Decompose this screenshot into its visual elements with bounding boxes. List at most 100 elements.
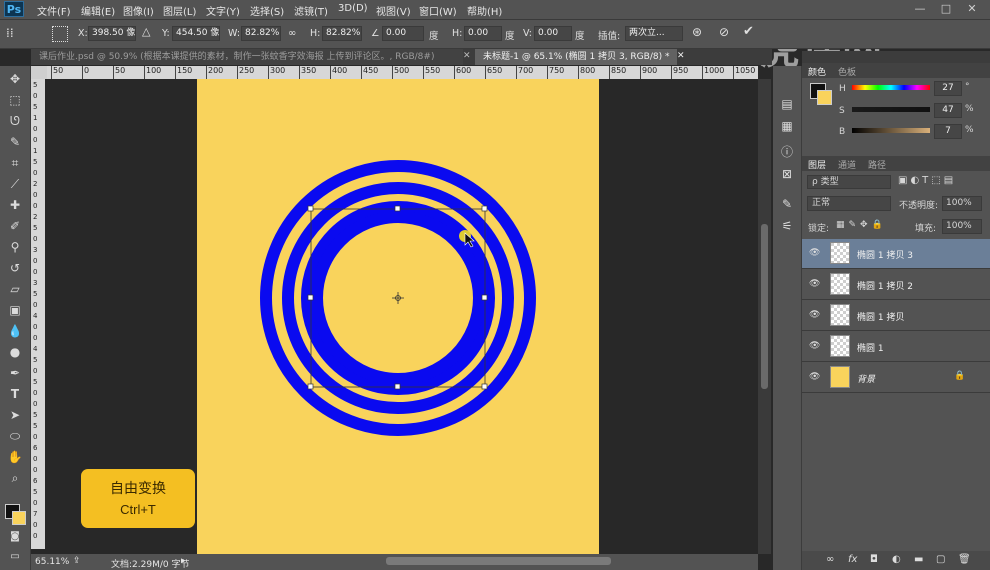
brush-tool-icon[interactable]: ✐ [6,218,24,235]
tab-untitled-1[interactable]: 未标题-1 @ 65.1% (椭圆 1 拷贝 3, RGB/8) * [475,49,677,65]
visibility-eye-icon[interactable]: 👁 [809,248,821,258]
delete-layer-icon[interactable]: 🗑 [958,554,971,565]
layer-row-ellipse-copy-3[interactable]: 👁 椭圆 1 拷贝 3 [802,239,990,269]
layer-name[interactable]: 椭圆 1 拷贝 3 [857,248,913,261]
v-skew-field[interactable]: 0.00 [534,26,572,41]
properties-panel-icon[interactable]: ▦ [778,118,796,135]
close-tab-icon[interactable]: ✕ [463,51,471,61]
restore-button[interactable]: □ [936,2,956,16]
info-panel-icon[interactable]: ⓘ [778,144,796,161]
crop-tool-icon[interactable]: ⌗ [6,155,24,172]
angle-field[interactable]: 0.00 [382,26,424,41]
menu-file[interactable]: 文件(F) [37,3,71,18]
layer-row-ellipse-1[interactable]: 👁 椭圆 1 [802,332,990,362]
saturation-value-field[interactable]: 47 [934,103,962,118]
visibility-eye-icon[interactable]: 👁 [809,310,821,320]
transform-handle[interactable] [394,205,401,212]
zoom-level[interactable]: 65.11% [35,557,69,567]
transform-handle[interactable] [307,294,314,301]
layer-row-background[interactable]: 👁 背景 🔒 [802,363,990,393]
quick-select-tool-icon[interactable]: ✎ [6,134,24,151]
ellipse-tool-icon[interactable]: ⬭ [6,428,24,445]
document-canvas[interactable] [197,79,599,554]
brightness-slider[interactable] [852,128,930,133]
transform-tool-icon[interactable]: ⁞⁞ [6,26,14,40]
brightness-value-field[interactable]: 7 [934,124,962,139]
delta-icon[interactable]: △ [142,25,150,38]
horizontal-scroll-thumb[interactable] [386,557,611,565]
minimize-button[interactable]: — [910,2,930,16]
adjustments-panel-icon[interactable]: ⊠ [778,166,796,183]
layer-name[interactable]: 背景 [857,372,875,385]
brush-panel-icon[interactable]: ✎ [778,196,796,213]
color-background-swatch[interactable] [817,90,832,105]
tab-channels[interactable]: 通道 [838,158,856,171]
tab-paths[interactable]: 路径 [868,158,886,171]
interpolation-select[interactable]: 两次立... [625,26,683,41]
hue-value-field[interactable]: 27 [934,81,962,96]
vertical-scrollbar[interactable] [758,79,771,554]
pen-tool-icon[interactable]: ✒ [6,365,24,382]
cancel-transform-icon[interactable]: ⊘ [719,25,729,39]
visibility-eye-icon[interactable]: 👁 [809,372,821,382]
menu-window[interactable]: 窗口(W) [419,3,457,18]
eraser-tool-icon[interactable]: ▱ [6,281,24,298]
new-layer-icon[interactable]: ▢ [936,554,945,565]
tool-presets-panel-icon[interactable]: ⚟ [778,218,796,235]
transform-handle[interactable] [481,205,488,212]
height-field[interactable]: 82.82% [322,26,362,41]
lasso-tool-icon[interactable]: ᘎ [6,113,24,130]
history-panel-icon[interactable]: ▤ [778,96,796,113]
screen-mode-icon[interactable]: ▭ [6,548,24,565]
healing-brush-tool-icon[interactable]: ✚ [6,197,24,214]
menu-edit[interactable]: 编辑(E) [81,3,115,18]
eyedropper-tool-icon[interactable]: ⟋ [6,176,24,193]
path-selection-tool-icon[interactable]: ➤ [6,407,24,424]
commit-transform-icon[interactable]: ✔ [743,24,754,39]
menu-help[interactable]: 帮助(H) [467,3,502,18]
tab-swatches[interactable]: 色板 [838,65,856,78]
marquee-tool-icon[interactable]: ⬚ [6,92,24,109]
layer-filter-select[interactable]: ρ 类型 [807,175,891,189]
y-position-field[interactable]: 454.50 像素 [172,26,220,41]
transform-center-icon[interactable] [392,292,404,304]
layer-name[interactable]: 椭圆 1 [857,341,884,354]
adjustment-layer-icon[interactable]: ◐ [892,554,901,565]
type-tool-icon[interactable]: T [6,386,24,403]
layer-style-icon[interactable]: fx [848,554,857,565]
move-tool-icon[interactable]: ✥ [6,71,24,88]
layer-row-ellipse-copy[interactable]: 👁 椭圆 1 拷贝 [802,301,990,331]
vertical-ruler[interactable]: 5051001502002503003504004505005506006507… [31,79,45,549]
export-icon[interactable]: ⇪ [73,556,81,566]
h-skew-field[interactable]: 0.00 [464,26,502,41]
zoom-tool-icon[interactable]: ⌕ [6,470,24,487]
new-group-icon[interactable]: ▬ [914,554,923,565]
tab-homework-psd[interactable]: 课后作业.psd @ 50.9% (根据本课提供的素材，制作一张蚊香字效海报 上… [31,49,463,65]
layer-filter-icons[interactable]: ▣◐T⬚▤ [898,175,956,186]
horizontal-ruler[interactable]: 50 0 50 100 150 200 250 300 350 400 450 500 550 600 65… [47,66,758,79]
menu-select[interactable]: 选择(S) [250,3,284,18]
lock-options-icons[interactable]: ▦✎✥🔒 [836,220,887,230]
layer-row-ellipse-copy-2[interactable]: 👁 椭圆 1 拷贝 2 [802,270,990,300]
menu-type[interactable]: 文字(Y) [206,3,240,18]
width-field[interactable]: 82.82% [241,26,281,41]
opacity-field[interactable]: 100% [942,196,982,211]
background-color-swatch[interactable] [12,511,26,525]
history-brush-tool-icon[interactable]: ↺ [6,260,24,277]
transform-handle[interactable] [307,383,314,390]
tab-layers[interactable]: 图层 [808,158,826,171]
transform-handle[interactable] [481,294,488,301]
hue-slider[interactable] [852,85,930,90]
layer-name[interactable]: 椭圆 1 拷贝 2 [857,279,913,292]
reference-point-icon[interactable] [52,26,68,42]
transform-handle[interactable] [394,383,401,390]
link-layers-icon[interactable]: ∞ [826,554,834,565]
tab-color[interactable]: 颜色 [808,65,826,78]
warp-icon[interactable]: ⊛ [692,25,702,39]
blur-tool-icon[interactable]: 💧 [6,323,24,340]
layer-mask-icon[interactable]: ◘ [870,554,878,565]
gradient-tool-icon[interactable]: ▣ [6,302,24,319]
fill-field[interactable]: 100% [942,219,982,234]
close-tab-icon[interactable]: ✕ [677,51,685,61]
x-position-field[interactable]: 398.50 像素 [88,26,136,41]
